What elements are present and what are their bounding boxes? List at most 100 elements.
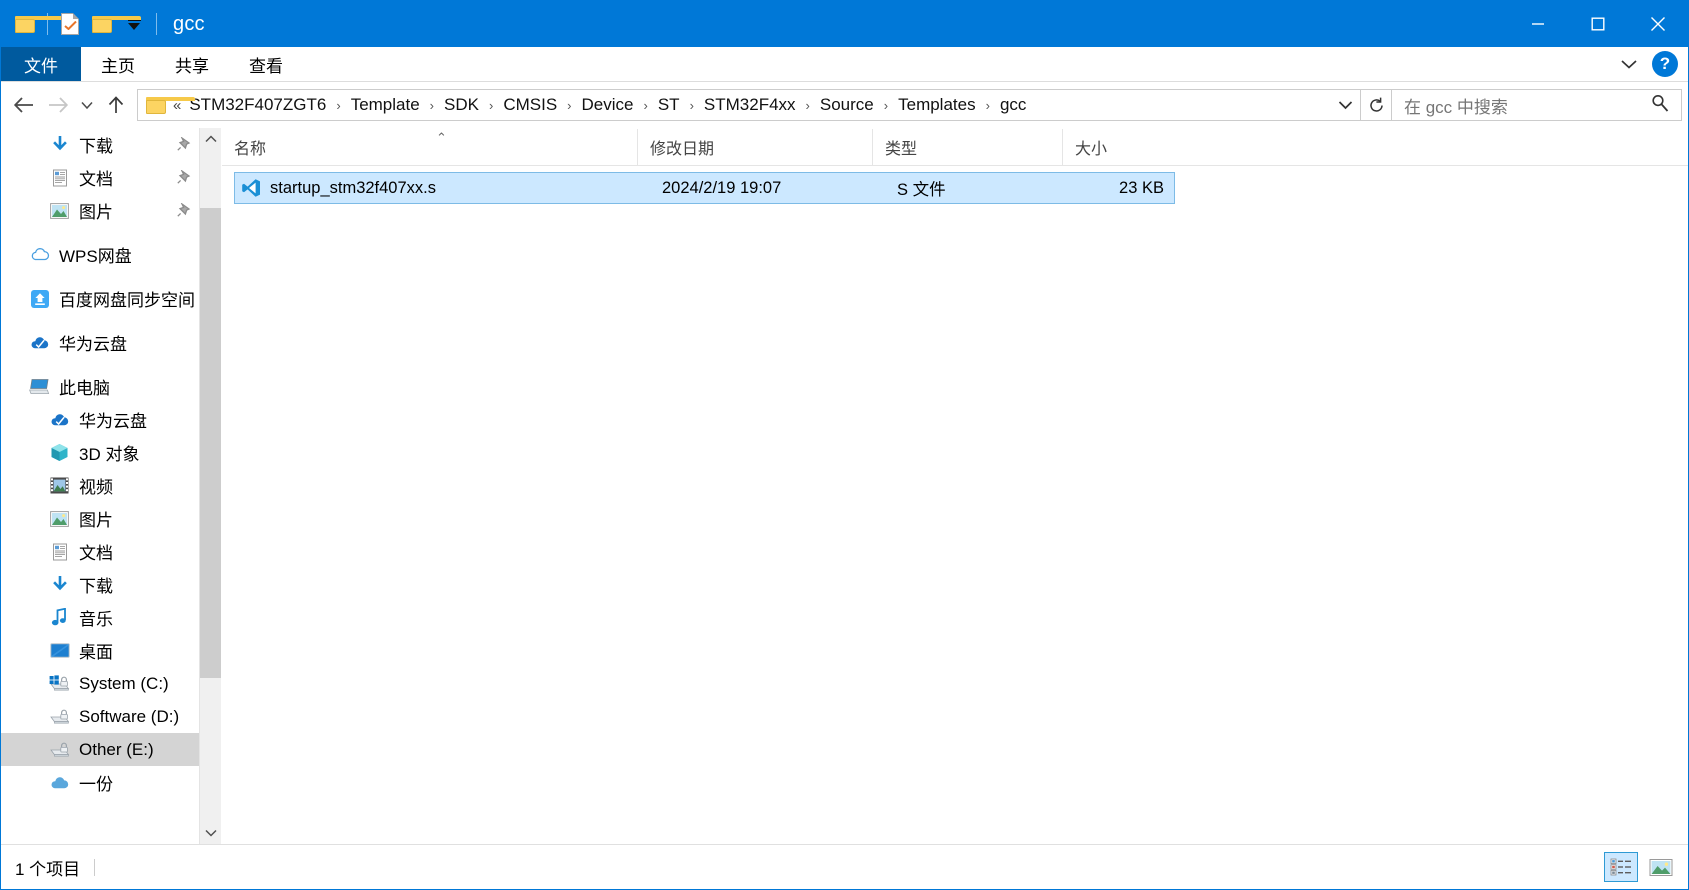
quick-access-divider-2: [156, 13, 157, 35]
tab-view[interactable]: 查看: [229, 47, 303, 81]
tab-file[interactable]: 文件: [1, 47, 81, 81]
scrollbar-thumb[interactable]: [200, 208, 221, 678]
sidebar-item-label: System (C:): [79, 673, 169, 693]
sidebar-item-label: 文档: [79, 544, 113, 563]
ribbon-tab-bar: 文件 主页 共享 查看 ?: [1, 47, 1688, 82]
breadcrumb-separator[interactable]: ›: [422, 98, 442, 113]
sidebar-item-label: 下载: [79, 137, 113, 156]
breadcrumb-item[interactable]: Template: [349, 93, 422, 117]
sidebar-item-other-e[interactable]: Other (E:): [1, 733, 199, 766]
sidebar-item-pictures-pc[interactable]: 图片: [1, 502, 199, 535]
new-folder-icon[interactable]: [86, 8, 141, 40]
baidu-netdisk-icon: [29, 288, 50, 309]
search-icon[interactable]: [1651, 94, 1681, 117]
tab-share[interactable]: 共享: [155, 47, 229, 81]
breadcrumb-separator[interactable]: ›: [559, 98, 579, 113]
sidebar-item-label: 百度网盘同步空间: [59, 291, 195, 310]
help-button[interactable]: ?: [1652, 51, 1678, 77]
recent-locations-button[interactable]: [75, 88, 99, 122]
breadcrumb-item[interactable]: Source: [818, 93, 876, 117]
breadcrumb-item-current[interactable]: gcc: [998, 93, 1028, 117]
sidebar-item-downloads[interactable]: 下载: [1, 128, 199, 161]
navigation-pane: 下载 文档 图片 WPS网盘 百度网盘同步空间 华为云盘 此电脑 华为云盘 3D…: [1, 128, 222, 844]
column-header-date[interactable]: 修改日期: [637, 129, 872, 165]
search-input[interactable]: 在 gcc 中搜索: [1392, 93, 1651, 118]
breadcrumb-separator[interactable]: ›: [481, 98, 501, 113]
scroll-up-button[interactable]: [200, 128, 221, 150]
videos-icon: [49, 475, 70, 496]
sidebar-item-videos[interactable]: 视频: [1, 469, 199, 502]
huawei-cloud-icon: [29, 332, 50, 353]
drive-icon: [49, 739, 70, 760]
breadcrumb-separator[interactable]: ›: [635, 98, 655, 113]
sidebar-item-pictures[interactable]: 图片: [1, 194, 199, 227]
breadcrumb-bar[interactable]: « STM32F407ZGT6 › Template › SDK › CMSIS…: [137, 89, 1392, 121]
sidebar-item-3d-objects[interactable]: 3D 对象: [1, 436, 199, 469]
sidebar-item-huawei-cloud[interactable]: 华为云盘: [1, 326, 199, 359]
this-pc-icon: [29, 376, 50, 397]
sidebar-item-label: Other (E:): [79, 739, 154, 759]
search-box[interactable]: 在 gcc 中搜索: [1392, 89, 1682, 121]
window-controls: [1508, 1, 1688, 47]
breadcrumb-item[interactable]: STM32F4xx: [702, 93, 798, 117]
breadcrumb-item[interactable]: Templates: [896, 93, 977, 117]
large-icons-view-button[interactable]: [1644, 852, 1678, 882]
breadcrumb-dropdown-icon[interactable]: [1330, 90, 1360, 120]
breadcrumb-item[interactable]: CMSIS: [501, 93, 559, 117]
sidebar-item-baidu-netdisk[interactable]: 百度网盘同步空间: [1, 282, 199, 315]
sidebar-item-downloads-pc[interactable]: 下载: [1, 568, 199, 601]
3d-objects-icon: [49, 442, 70, 463]
sidebar-item-wps-cloud[interactable]: WPS网盘: [1, 238, 199, 271]
tab-home[interactable]: 主页: [81, 47, 155, 81]
sidebar-item-partial[interactable]: 一份: [1, 766, 199, 799]
sidebar-item-this-pc[interactable]: 此电脑: [1, 370, 199, 403]
breadcrumb-separator[interactable]: ›: [328, 98, 348, 113]
breadcrumb-item[interactable]: STM32F407ZGT6: [187, 93, 328, 117]
properties-icon[interactable]: [54, 8, 86, 40]
breadcrumb-item[interactable]: SDK: [442, 93, 481, 117]
sidebar-item-desktop[interactable]: 桌面: [1, 634, 199, 667]
scroll-down-button[interactable]: [200, 822, 221, 844]
file-list-pane: ⌃ 名称 修改日期 类型 大小 startup_stm32f407xx.s 20…: [222, 128, 1688, 844]
details-view-button[interactable]: [1604, 852, 1638, 882]
sidebar-item-system-c[interactable]: System (C:): [1, 667, 199, 700]
sidebar-item-software-d[interactable]: Software (D:): [1, 700, 199, 733]
pin-icon[interactable]: [177, 202, 191, 222]
sidebar-item-label: Software (D:): [79, 706, 180, 726]
quick-access-toolbar: [1, 8, 163, 40]
column-header-name[interactable]: 名称: [222, 129, 637, 165]
breadcrumb-item[interactable]: Device: [580, 93, 636, 117]
chevron-down-icon[interactable]: [1612, 47, 1646, 81]
sidebar-item-label: 3D 对象: [79, 445, 140, 464]
back-button[interactable]: [7, 88, 41, 122]
customize-quick-access-toolbar-icon[interactable]: [118, 8, 150, 40]
breadcrumb-separator[interactable]: ›: [798, 98, 818, 113]
sidebar-item-music[interactable]: 音乐: [1, 601, 199, 634]
sidebar-item-documents[interactable]: 文档: [1, 161, 199, 194]
column-header-size[interactable]: 大小: [1062, 129, 1162, 165]
breadcrumb-item[interactable]: ST: [656, 93, 682, 117]
sidebar-item-huawei-cloud-pc[interactable]: 华为云盘: [1, 403, 199, 436]
column-header-type[interactable]: 类型: [872, 129, 1062, 165]
sidebar-item-label: 文档: [79, 170, 113, 189]
navigation-scrollbar[interactable]: [199, 128, 221, 844]
sidebar-item-label: 图片: [79, 511, 113, 530]
refresh-button[interactable]: [1360, 89, 1391, 121]
breadcrumb-separator[interactable]: ›: [876, 98, 896, 113]
minimize-button[interactable]: [1508, 1, 1568, 47]
breadcrumb-separator[interactable]: ›: [682, 98, 702, 113]
breadcrumb-separator[interactable]: ›: [978, 98, 998, 113]
folder-icon[interactable]: [9, 8, 64, 40]
pin-icon[interactable]: [177, 169, 191, 189]
file-explorer-window: gcc 文件 主页 共享 查看 ? « STM32F407ZGT6 › Temp…: [0, 0, 1689, 890]
maximize-button[interactable]: [1568, 1, 1628, 47]
pin-icon[interactable]: [177, 136, 191, 156]
file-type-cell: S 文件: [897, 181, 946, 199]
table-row[interactable]: startup_stm32f407xx.s 2024/2/19 19:07 S …: [234, 172, 1175, 204]
forward-button[interactable]: [41, 88, 75, 122]
close-button[interactable]: [1628, 1, 1688, 47]
sidebar-item-documents-pc[interactable]: 文档: [1, 535, 199, 568]
up-button[interactable]: [99, 88, 133, 122]
